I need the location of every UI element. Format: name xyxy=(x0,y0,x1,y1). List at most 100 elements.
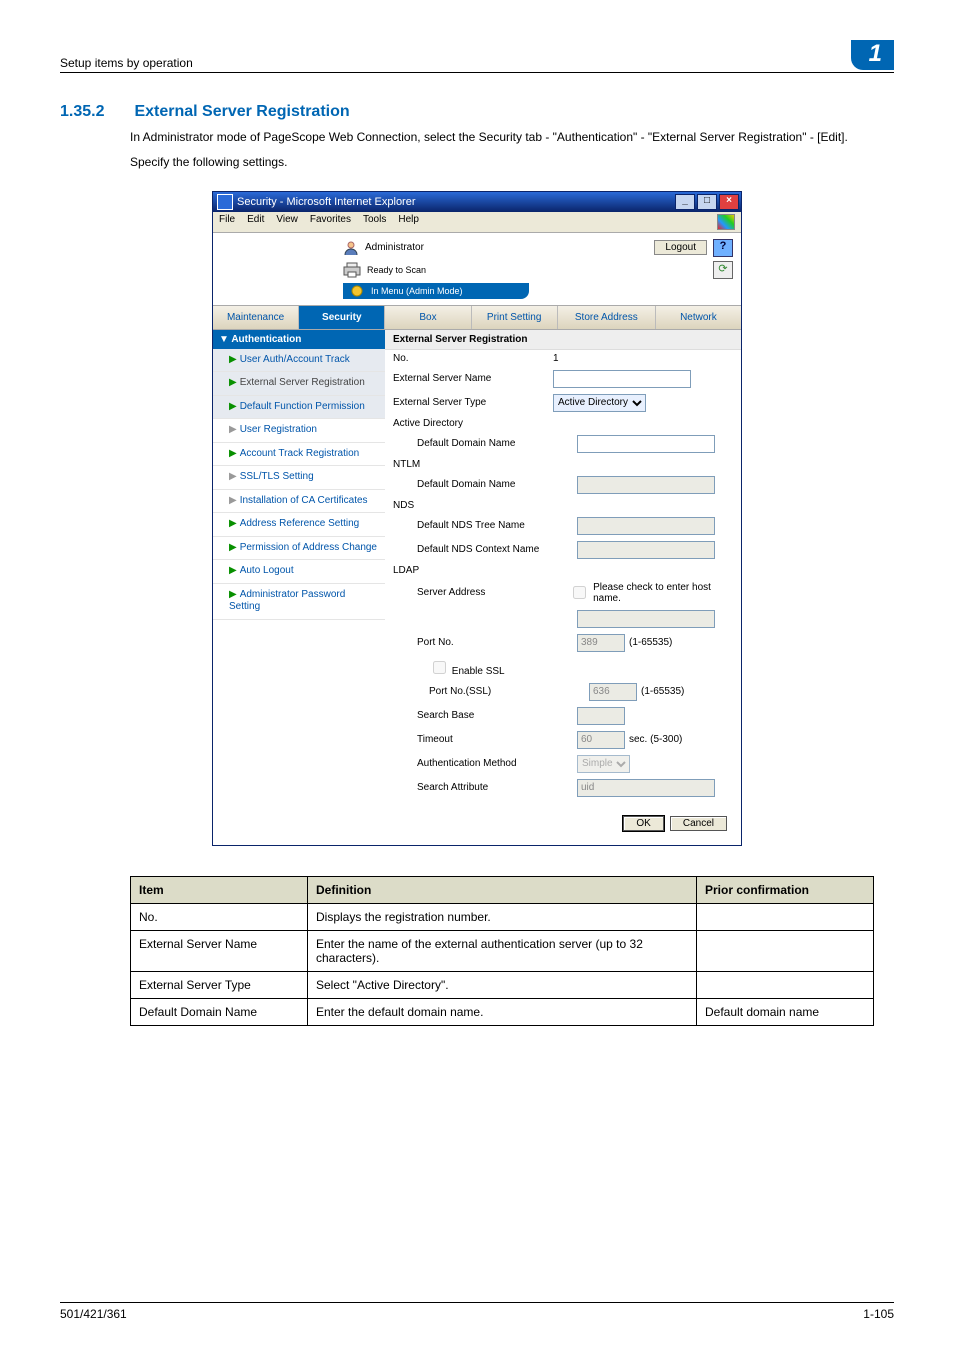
printer-icon xyxy=(343,262,361,278)
minimize-button[interactable]: _ xyxy=(675,194,695,210)
logout-button[interactable]: Logout xyxy=(654,240,707,255)
menu-view[interactable]: View xyxy=(276,214,298,230)
ntlm-group-label: NTLM xyxy=(393,459,553,470)
port-no-label: Port No. xyxy=(393,637,577,648)
row-search-attr: Search Attribute xyxy=(385,776,741,800)
tab-network[interactable]: Network xyxy=(656,306,741,329)
intro-paragraph-1: In Administrator mode of PageScope Web C… xyxy=(130,129,874,146)
ok-button[interactable]: OK xyxy=(623,816,663,831)
enable-ssl-checkbox xyxy=(433,661,446,674)
row-port-no: Port No. (1-65535) xyxy=(385,631,741,655)
tab-box[interactable]: Box xyxy=(385,306,471,329)
mode-label: In Menu (Admin Mode) xyxy=(371,286,463,296)
sidebar-item-user-auth[interactable]: ▶User Auth/Account Track xyxy=(213,349,385,373)
section-title: External Server Registration xyxy=(134,103,349,120)
timeout-unit: sec. (5-300) xyxy=(629,734,682,745)
row-ldap-group: LDAP xyxy=(385,562,741,579)
row-server-address-input xyxy=(385,607,741,631)
windows-flag-icon xyxy=(717,214,735,230)
menu-help[interactable]: Help xyxy=(398,214,419,230)
port-ssl-label: Port No.(SSL) xyxy=(393,686,589,697)
sidebar-item-address-ref[interactable]: ▶Address Reference Setting xyxy=(213,513,385,537)
search-base-input xyxy=(577,707,625,725)
row-timeout: Timeout sec. (5-300) xyxy=(385,728,741,752)
menu-file[interactable]: File xyxy=(219,214,235,230)
ext-type-select[interactable]: Active Directory xyxy=(553,394,646,412)
status-row: Ready to Scan ⟳ xyxy=(213,261,741,283)
spec-th-prior: Prior confirmation xyxy=(697,876,874,903)
mode-bar: In Menu (Admin Mode) xyxy=(343,283,529,299)
sidebar-item-ca-certs[interactable]: ▶Installation of CA Certificates xyxy=(213,490,385,514)
port-ssl-input xyxy=(589,683,637,701)
auth-method-label: Authentication Method xyxy=(393,758,577,769)
row-port-ssl: Port No.(SSL) (1-65535) xyxy=(385,680,741,704)
section-number: 1.35.2 xyxy=(60,103,130,121)
ntlm-domain-input xyxy=(577,476,715,494)
table-row: External Server Type Select "Active Dire… xyxy=(131,971,874,998)
row-nds-context: Default NDS Context Name xyxy=(385,538,741,562)
ext-name-input[interactable] xyxy=(553,370,691,388)
row-nds-group: NDS xyxy=(385,497,741,514)
ad-domain-input[interactable] xyxy=(577,435,715,453)
ie-icon xyxy=(217,194,233,210)
row-search-base: Search Base xyxy=(385,704,741,728)
cancel-button[interactable]: Cancel xyxy=(670,816,727,831)
user-icon xyxy=(343,240,359,256)
ad-group-label: Active Directory xyxy=(393,418,553,429)
sidebar: ▼ Authentication ▶User Auth/Account Trac… xyxy=(213,330,385,845)
tab-store-address[interactable]: Store Address xyxy=(558,306,656,329)
tab-maintenance[interactable]: Maintenance xyxy=(213,306,299,329)
window-titlebar: Security - Microsoft Internet Explorer _… xyxy=(213,192,741,212)
sidebar-item-account-track[interactable]: ▶Account Track Registration xyxy=(213,443,385,467)
row-no: No. 1 xyxy=(385,350,741,367)
admin-label: Administrator xyxy=(365,242,424,253)
document-header: Setup items by operation 1 xyxy=(60,40,894,73)
row-server-address: Server Address Please check to enter hos… xyxy=(385,579,741,607)
maximize-button[interactable]: □ xyxy=(697,194,717,210)
sidebar-item-external-server[interactable]: ▶External Server Registration xyxy=(213,372,385,396)
ext-name-label: External Server Name xyxy=(393,373,553,384)
table-row: External Server Name Enter the name of t… xyxy=(131,930,874,971)
sidebar-item-ssltls[interactable]: ▶SSL/TLS Setting xyxy=(213,466,385,490)
screenshot-window: Security - Microsoft Internet Explorer _… xyxy=(212,191,742,846)
row-ntlm-domain: Default Domain Name xyxy=(385,473,741,497)
row-ad-group: Active Directory xyxy=(385,415,741,432)
status-text: Ready to Scan xyxy=(367,265,426,275)
port-no-input xyxy=(577,634,625,652)
ext-type-label: External Server Type xyxy=(393,397,553,408)
row-ext-name: External Server Name xyxy=(385,367,741,391)
timeout-label: Timeout xyxy=(393,734,577,745)
server-address-input xyxy=(577,610,715,628)
no-label: No. xyxy=(393,353,553,364)
sidebar-header: ▼ Authentication xyxy=(213,330,385,349)
ntlm-domain-label: Default Domain Name xyxy=(393,479,577,490)
sidebar-item-default-function[interactable]: ▶Default Function Permission xyxy=(213,396,385,420)
menu-tools[interactable]: Tools xyxy=(363,214,386,230)
row-enable-ssl: Enable SSL xyxy=(385,655,741,680)
search-attr-label: Search Attribute xyxy=(393,782,577,793)
tab-print-setting[interactable]: Print Setting xyxy=(472,306,558,329)
footer-right: 1-105 xyxy=(863,1307,894,1321)
help-icon[interactable]: ? xyxy=(713,239,733,257)
timeout-input xyxy=(577,731,625,749)
spec-table: Item Definition Prior confirmation No. D… xyxy=(130,876,874,1026)
close-button[interactable]: × xyxy=(719,194,739,210)
sidebar-item-auto-logout[interactable]: ▶Auto Logout xyxy=(213,560,385,584)
search-attr-input xyxy=(577,779,715,797)
menu-favorites[interactable]: Favorites xyxy=(310,214,351,230)
sidebar-item-admin-password[interactable]: ▶Administrator Password Setting xyxy=(213,584,385,620)
sidebar-item-user-registration[interactable]: ▶User Registration xyxy=(213,419,385,443)
refresh-button[interactable]: ⟳ xyxy=(713,261,733,279)
enable-ssl-label: Enable SSL xyxy=(452,666,505,677)
port-ssl-range: (1-65535) xyxy=(641,686,684,697)
row-auth-method: Authentication Method Simple xyxy=(385,752,741,776)
table-row: No. Displays the registration number. xyxy=(131,903,874,930)
admin-row: Administrator Logout ? xyxy=(213,233,741,261)
sidebar-item-permission-address[interactable]: ▶Permission of Address Change xyxy=(213,537,385,561)
nds-context-label: Default NDS Context Name xyxy=(393,544,577,555)
table-row: Default Domain Name Enter the default do… xyxy=(131,998,874,1025)
spec-th-def: Definition xyxy=(308,876,697,903)
menu-edit[interactable]: Edit xyxy=(247,214,264,230)
nds-tree-input xyxy=(577,517,715,535)
tab-security[interactable]: Security xyxy=(299,306,385,329)
